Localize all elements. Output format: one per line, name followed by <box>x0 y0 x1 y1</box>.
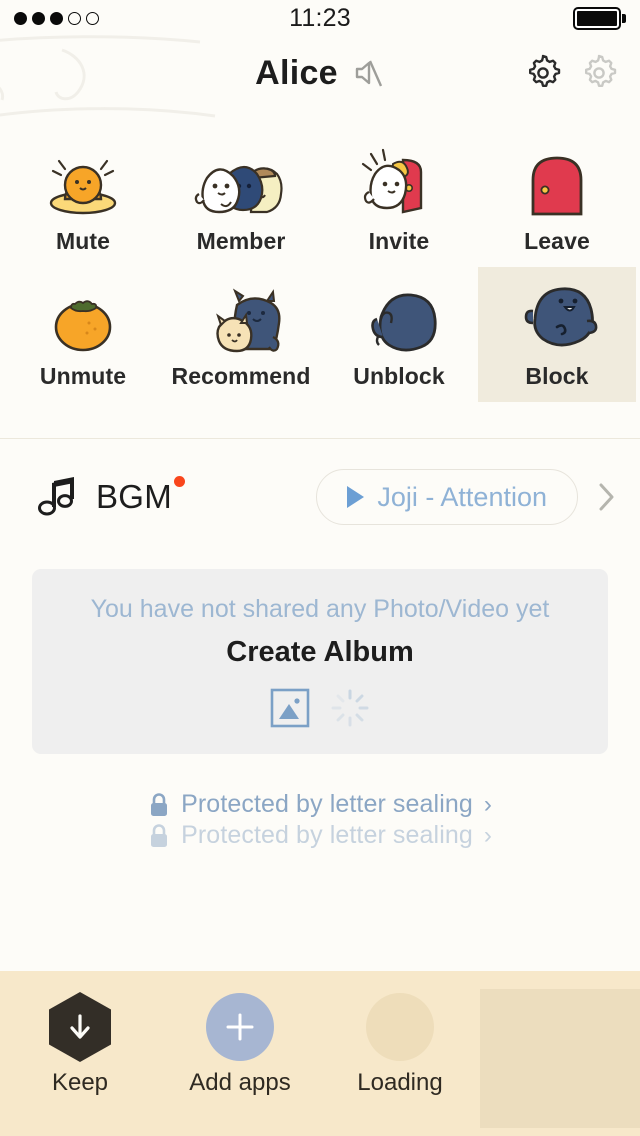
bottom-item-add-apps[interactable]: Add apps <box>160 989 320 1097</box>
create-album-title: Create Album <box>226 635 414 668</box>
action-recommend[interactable]: Recommend <box>162 267 320 402</box>
title-group: Alice <box>255 54 385 93</box>
action-block[interactable]: Block <box>478 267 636 402</box>
bottom-item-loading[interactable]: Loading <box>320 989 480 1097</box>
status-bar-clock: 11:23 <box>289 3 351 32</box>
photo-image-icon[interactable] <box>269 687 311 729</box>
chevron-right-icon: › <box>483 790 492 818</box>
three-characters-sticker <box>191 146 291 222</box>
keep-hexagon-download-icon <box>49 989 111 1065</box>
action-label: Recommend <box>171 363 311 389</box>
bottom-item-keep[interactable]: Keep <box>0 989 160 1097</box>
action-label: Invite <box>368 228 430 254</box>
play-icon[interactable] <box>347 486 365 508</box>
plus-circle-icon <box>206 989 274 1065</box>
page-title: Alice <box>255 53 338 92</box>
action-member[interactable]: Member <box>162 132 320 267</box>
bgm-track-title: Joji - Attention <box>377 481 547 512</box>
bottom-bar: Keep Add apps Loading <box>0 971 640 1136</box>
orange-fruit-sticker <box>45 281 121 357</box>
action-label: Unmute <box>39 363 127 389</box>
chick-on-egg-sticker <box>39 146 127 222</box>
speaker-mute-icon[interactable] <box>351 56 385 90</box>
action-label: Member <box>196 228 286 254</box>
action-leave[interactable]: Leave <box>478 132 636 267</box>
bgm-label: BGM <box>96 478 173 515</box>
action-label: Block <box>525 363 589 389</box>
bottom-item-label: Loading <box>357 1069 443 1096</box>
letter-sealing-text: Protected by letter sealing <box>181 790 473 818</box>
red-door-sticker <box>519 146 595 222</box>
hexagon-shape <box>49 992 111 1062</box>
bottom-item-label: Add apps <box>189 1069 291 1096</box>
action-label: Mute <box>55 228 111 254</box>
letter-sealing-group: Protected by letter sealing › Protected … <box>0 790 640 850</box>
spinner-icon <box>331 689 369 726</box>
action-unblock[interactable]: Unblock <box>320 267 478 402</box>
letter-sealing-text: Protected by letter sealing <box>181 821 473 849</box>
lock-icon <box>151 792 168 816</box>
bgm-label-wrap: BGM <box>96 476 186 516</box>
action-mute[interactable]: Mute <box>4 132 162 267</box>
create-album-card[interactable]: You have not shared any Photo/Video yet … <box>32 569 608 754</box>
bgm-row[interactable]: BGM Joji - Attention <box>0 439 640 555</box>
blue-blob-back-sticker <box>357 281 441 357</box>
music-note-icon <box>38 477 74 516</box>
bottom-bar-placeholder <box>480 989 640 1128</box>
action-grid: Mute Member Invite Leave Unmute Recommen… <box>0 110 640 416</box>
plus-icon <box>226 1013 254 1041</box>
action-label: Leave <box>524 228 590 254</box>
download-arrow-icon <box>70 1014 90 1039</box>
letter-sealing-row[interactable]: Protected by letter sealing › <box>148 821 492 850</box>
circle-placeholder-shape <box>366 993 434 1061</box>
album-icon-row <box>269 687 371 729</box>
circle-shape <box>206 993 274 1061</box>
blue-blob-face-sticker <box>513 281 601 357</box>
loading-circle-placeholder-icon <box>366 989 434 1065</box>
letter-sealing-row[interactable]: Protected by letter sealing › <box>148 790 492 819</box>
bgm-track-button[interactable]: Joji - Attention <box>316 469 578 525</box>
album-empty-message: You have not shared any Photo/Video yet <box>90 594 550 623</box>
new-badge-dot <box>174 476 186 487</box>
action-unmute[interactable]: Unmute <box>4 267 162 402</box>
chevron-right-icon[interactable] <box>596 477 618 517</box>
character-door-sticker <box>353 146 445 222</box>
header: Alice <box>0 36 640 110</box>
chat-settings-screen: 11:23 Alice Mute Member Invite Leave Unm… <box>0 0 640 1136</box>
cat-hugging-sticker <box>195 281 287 357</box>
gear-icon-disabled <box>585 54 617 87</box>
lock-icon <box>151 823 168 847</box>
header-actions <box>522 52 620 94</box>
action-label: Unblock <box>353 363 445 389</box>
action-invite[interactable]: Invite <box>320 132 478 267</box>
bottom-item-label: Keep <box>51 1069 109 1096</box>
status-bar: 11:23 <box>0 0 640 36</box>
gear-icon[interactable] <box>522 52 564 94</box>
chevron-right-icon: › <box>483 821 492 849</box>
